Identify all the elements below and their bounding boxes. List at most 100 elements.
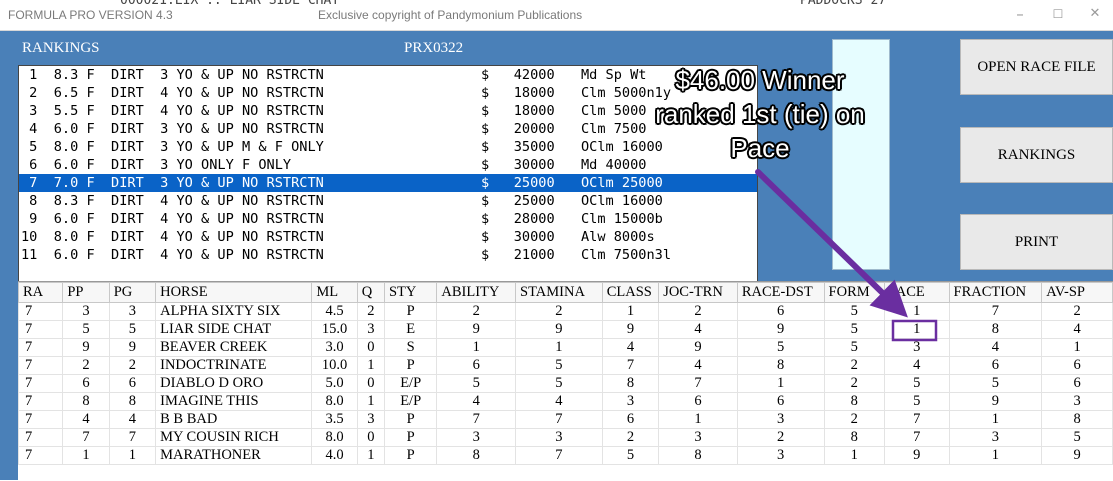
race-list[interactable]: 1 8.3 F DIRT 3 YO & UP NO RSTRCTN $ 42000… bbox=[18, 65, 758, 296]
cell-sty: P bbox=[383, 302, 438, 321]
column-header-ability[interactable]: ABILITY bbox=[436, 282, 517, 303]
cell-pp: 9 bbox=[62, 338, 110, 357]
race-description: 4 6.0 F DIRT 3 YO & UP NO RSTRCTN bbox=[21, 121, 324, 137]
cell-horse: BEAVER CREEK bbox=[155, 338, 313, 357]
race-list-item[interactable]: 5 8.0 F DIRT 3 YO & UP M & F ONLY $ 35000… bbox=[19, 138, 757, 156]
race-list-item[interactable]: 10 8.0 F DIRT 4 YO & UP NO RSTRCTN $ 3000… bbox=[19, 228, 757, 246]
cell-ability: 4 bbox=[436, 392, 517, 411]
cell-ra: 7 bbox=[17, 446, 64, 465]
cell-form: 5 bbox=[823, 338, 886, 357]
race-purse: $ 30000 bbox=[481, 157, 555, 173]
column-header-sty[interactable]: STY bbox=[383, 282, 438, 303]
race-list-item[interactable]: 1 8.3 F DIRT 3 YO & UP NO RSTRCTN $ 42000… bbox=[19, 66, 757, 84]
column-header-ml[interactable]: ML bbox=[311, 282, 358, 303]
race-purse: $ 25000 bbox=[481, 193, 555, 209]
cell-pace: 5 bbox=[884, 374, 950, 393]
race-list-item[interactable]: 6 6.0 F DIRT 3 YO ONLY F ONLY $ 30000 Md 4… bbox=[19, 156, 757, 174]
cell-pace: 1 bbox=[884, 302, 950, 321]
race-list-item[interactable]: 7 7.0 F DIRT 3 YO & UP NO RSTRCTN $ 25000… bbox=[19, 174, 757, 192]
minimize-button[interactable]: – bbox=[1000, 3, 1040, 25]
cell-pp: 4 bbox=[62, 410, 110, 429]
race-list-item[interactable]: 2 6.5 F DIRT 4 YO & UP NO RSTRCTN $ 18000… bbox=[19, 84, 757, 102]
column-header-class[interactable]: CLASS bbox=[601, 282, 660, 303]
table-row[interactable]: 7 9 9 BEAVER CREEK 3.0 0 S 1 1 4 9 5 5 3 4 1 bbox=[17, 338, 1113, 357]
cell-sty: E bbox=[383, 320, 438, 339]
table-row[interactable]: 7 1 1 MARATHONER 4.0 1 P 8 7 5 8 3 1 9 1 9 bbox=[17, 446, 1113, 465]
maximize-button[interactable]: ☐ bbox=[1038, 3, 1078, 25]
cell-pg: 5 bbox=[108, 320, 157, 339]
column-header-race-dst[interactable]: RACE-DST bbox=[736, 282, 825, 303]
table-row[interactable]: 7 5 5 LIAR SIDE CHAT 15.0 3 E 9 9 9 4 9 5 1 8 4 bbox=[17, 320, 1113, 339]
race-purse: $ 30000 bbox=[481, 229, 555, 245]
race-type: Clm 5000n1y bbox=[581, 85, 672, 101]
race-purse: $ 25000 bbox=[481, 175, 555, 191]
table-row[interactable]: 7 3 3 ALPHA SIXTY SIX 4.5 2 P 2 2 1 2 6 5 1 7 2 bbox=[17, 302, 1113, 321]
cell-form: 5 bbox=[823, 302, 886, 321]
table-row[interactable]: 744B B BAD 3.5 3 P 7 7 6 1 3 2 7 1 8 bbox=[17, 410, 1113, 429]
print-button[interactable]: PRINT bbox=[960, 214, 1113, 270]
race-list-item[interactable]: 11 6.0 F DIRT 4 YO & UP NO RSTRCTN $ 2100… bbox=[19, 246, 757, 264]
race-list-item[interactable]: 4 6.0 F DIRT 3 YO & UP NO RSTRCTN $ 20000… bbox=[19, 120, 757, 138]
cell-ra: 7 bbox=[17, 320, 64, 339]
cell-form: 2 bbox=[823, 410, 886, 429]
cell-av-sp: 9 bbox=[1041, 446, 1113, 465]
race-description: 9 6.0 F DIRT 4 YO & UP NO RSTRCTN bbox=[21, 211, 324, 227]
race-type: Clm 15000b bbox=[581, 211, 663, 227]
race-list-item[interactable]: 8 8.3 F DIRT 4 YO & UP NO RSTRCTN $ 25000… bbox=[19, 192, 757, 210]
table-row[interactable]: 7 8 8 IMAGINE THIS 8.0 1 E/P 4 4 3 6 6 8 5 9 3 bbox=[17, 392, 1113, 411]
race-purse: $ 18000 bbox=[481, 85, 555, 101]
cell-class: 9 bbox=[601, 320, 660, 339]
cell-ability: 7 bbox=[436, 410, 517, 429]
column-header-joc-trn[interactable]: JOC-TRN bbox=[658, 282, 738, 303]
column-header-av-sp[interactable]: AV-SP bbox=[1041, 282, 1113, 303]
cell-ml: 8.0 bbox=[311, 428, 358, 447]
cell-race-dst: 8 bbox=[736, 356, 825, 375]
cell-av-sp: 2 bbox=[1041, 302, 1113, 321]
cell-ra: 7 bbox=[17, 392, 64, 411]
column-header-q[interactable]: Q bbox=[356, 282, 385, 303]
rankings-button[interactable]: RANKINGS bbox=[960, 127, 1113, 183]
open-race-file-button[interactable]: OPEN RACE FILE bbox=[960, 39, 1113, 95]
race-type: OClm 16000 bbox=[581, 193, 663, 209]
column-header-ra[interactable]: RA bbox=[17, 282, 64, 303]
cell-form: 1 bbox=[823, 446, 886, 465]
column-header-stamina[interactable]: STAMINA bbox=[515, 282, 603, 303]
column-header-horse[interactable]: HORSE bbox=[155, 282, 313, 303]
race-description: 10 8.0 F DIRT 4 YO & UP NO RSTRCTN bbox=[21, 229, 324, 245]
cell-ml: 15.0 bbox=[311, 320, 358, 339]
race-type: OClm 16000 bbox=[581, 139, 663, 155]
close-button[interactable]: ✕ bbox=[1075, 3, 1113, 25]
cell-sty: E/P bbox=[383, 392, 438, 411]
cell-fraction: 7 bbox=[948, 302, 1043, 321]
cell-pace: 3 bbox=[884, 338, 950, 357]
cell-sty: P bbox=[383, 356, 438, 375]
race-purse: $ 20000 bbox=[481, 121, 555, 137]
cell-av-sp: 6 bbox=[1041, 356, 1113, 375]
cell-pg: 6 bbox=[108, 374, 157, 393]
cell-q: 0 bbox=[356, 338, 385, 357]
cell-joc-trn: 3 bbox=[658, 428, 738, 447]
app-title: FORMULA PRO VERSION 4.3 bbox=[8, 8, 173, 22]
cell-class: 7 bbox=[601, 356, 660, 375]
race-purse: $ 18000 bbox=[481, 103, 555, 119]
cell-joc-trn: 7 bbox=[658, 374, 738, 393]
column-header-pp[interactable]: PP bbox=[62, 282, 110, 303]
column-header-pace[interactable]: PACE bbox=[884, 282, 950, 303]
cell-ability: 5 bbox=[436, 374, 517, 393]
cell-pg: 3 bbox=[108, 302, 157, 321]
cell-av-sp: 6 bbox=[1041, 374, 1113, 393]
race-list-item[interactable]: 9 6.0 F DIRT 4 YO & UP NO RSTRCTN $ 28000… bbox=[19, 210, 757, 228]
table-row[interactable]: 7 7 7 MY COUSIN RICH 8.0 0 P 3 3 2 3 2 8 7 3 5 bbox=[17, 428, 1113, 447]
race-list-item[interactable]: 3 5.5 F DIRT 4 YO & UP NO RSTRCTN $ 18000… bbox=[19, 102, 757, 120]
column-header-form[interactable]: FORM bbox=[823, 282, 886, 303]
cell-ml: 4.0 bbox=[311, 446, 358, 465]
race-type: Clm 5000 bbox=[581, 103, 647, 119]
cell-ra: 7 bbox=[17, 302, 64, 321]
column-header-fraction[interactable]: FRACTION bbox=[948, 282, 1043, 303]
race-purse: $ 35000 bbox=[481, 139, 555, 155]
cell-ml: 10.0 bbox=[311, 356, 358, 375]
table-row[interactable]: 7 6 6 DIABLO D ORO 5.0 0 E/P 5 5 8 7 1 2 5 5 6 bbox=[17, 374, 1113, 393]
cell-race-dst: 1 bbox=[736, 374, 825, 393]
table-row[interactable]: 7 2 2 INDOCTRINATE 10.0 1 P 6 5 7 4 8 2 4 6 6 bbox=[17, 356, 1113, 375]
column-header-pg[interactable]: PG bbox=[108, 282, 157, 303]
